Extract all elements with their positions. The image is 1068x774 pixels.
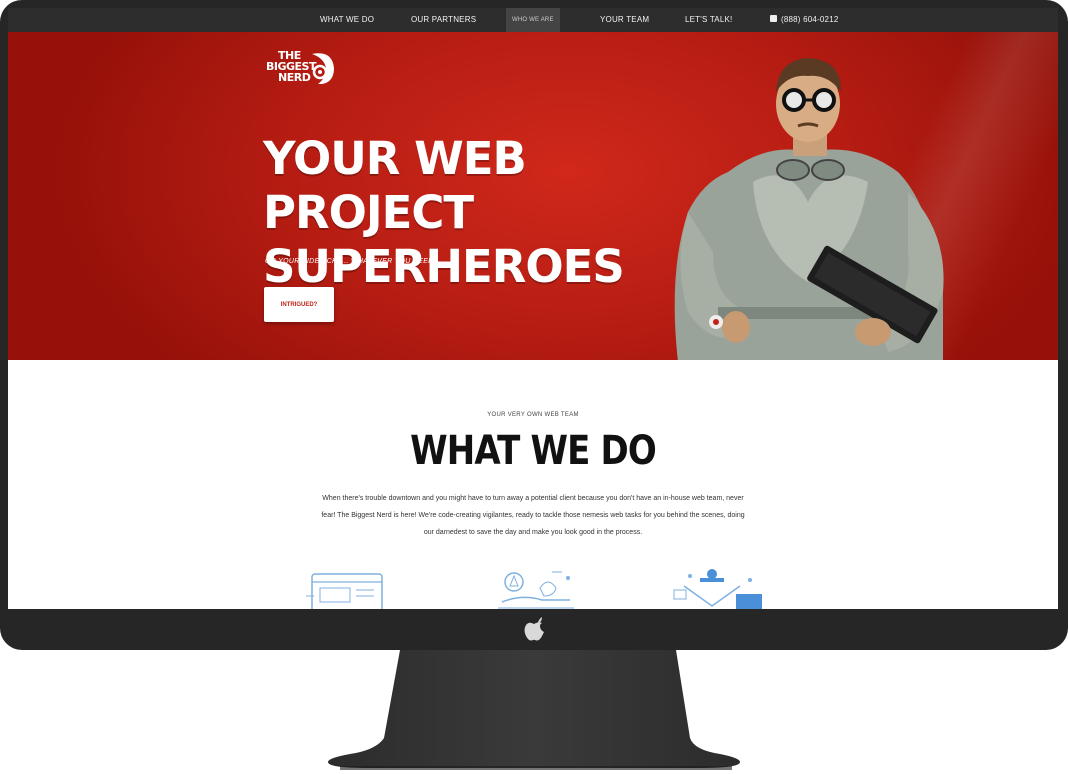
nav-phone-link[interactable]: (888) 604-0212 [770,8,839,32]
site-logo[interactable]: THE BIGGEST NERD [246,50,336,106]
section-body: When there's trouble downtown and you mi… [321,495,745,536]
nav-our-partners[interactable]: OUR PARTNERS [411,8,476,32]
intrigued-button[interactable]: INTRIGUED? [264,287,334,322]
top-nav: WHAT WE DO OUR PARTNERS WHO WE ARE YOUR … [8,8,1058,32]
phone-number: (888) 604-0212 [781,15,839,24]
nav-who-we-are[interactable]: WHO WE ARE [506,8,560,32]
hero-title: YOUR WEB PROJECT SUPERHEROES [263,132,625,293]
what-we-do-section: YOUR VERY OWN WEB TEAM WHAT WE DO When t… [8,360,1058,609]
nerd-face-icon [312,53,334,84]
browser-screen: WHAT WE DO OUR PARTNERS WHO WE ARE YOUR … [8,8,1058,609]
monitor-stand [328,650,740,770]
nav-your-team[interactable]: YOUR TEAM [600,8,649,32]
monitor-bezel: WHAT WE DO OUR PARTNERS WHO WE ARE YOUR … [0,0,1068,650]
superhero-nerd-illustration [674,58,944,360]
section-eyebrow: YOUR VERY OWN WEB TEAM [487,412,579,418]
section-title: WHAT WE DO [410,428,657,474]
nav-lets-talk[interactable]: LET'S TALK! [685,8,732,32]
marketing-icon[interactable] [670,566,764,609]
apple-logo-icon [524,617,544,641]
phone-icon [770,15,777,23]
hero-section: THE BIGGEST NERD YOUR WEB PROJECT SUPERH… [8,32,1058,360]
nav-what-we-do[interactable]: WHAT WE DO [320,8,374,32]
web-design-icon[interactable] [304,566,390,609]
hero-subtitle: OR YOUR SIDEKICKS... WHATEVER YOU NEED! [265,258,436,265]
development-icon[interactable] [492,566,578,609]
